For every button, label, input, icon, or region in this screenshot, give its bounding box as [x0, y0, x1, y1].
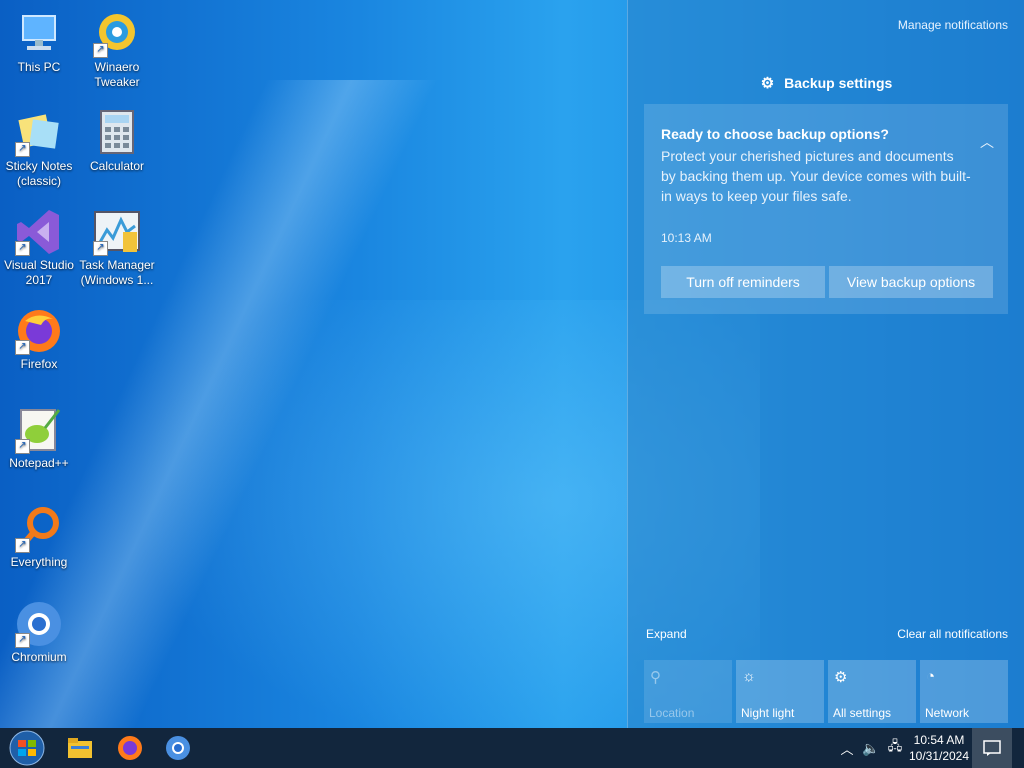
desktop-icon-label: Visual Studio 2017	[4, 258, 74, 287]
desktop-icon-label: Firefox	[20, 357, 58, 371]
chromium-icon	[166, 736, 190, 760]
gear-icon: ⚙	[834, 669, 848, 686]
taskbar-firefox[interactable]	[110, 728, 150, 768]
view-backup-options-button[interactable]: View backup options	[829, 266, 993, 298]
notification-title: Ready to choose backup options?	[661, 126, 889, 142]
visual-studio-icon: ↗	[15, 208, 63, 256]
start-button[interactable]	[4, 728, 50, 768]
chromium-icon: ↗	[15, 600, 63, 648]
show-hidden-icons-button[interactable]: ︿	[838, 728, 856, 768]
desktop-icon-label: Notepad++	[9, 456, 69, 470]
folder-icon	[68, 738, 92, 758]
gear-icon: ⚙	[760, 75, 775, 92]
task-manager-icon: ↗	[93, 208, 141, 256]
desktop-icon-chromium[interactable]: ↗ Chromium	[0, 600, 78, 665]
desktop-icon-visual-studio[interactable]: ↗ Visual Studio 2017	[0, 208, 78, 288]
network-icon: ◔	[926, 668, 936, 685]
shortcut-arrow-icon: ↗	[15, 340, 30, 355]
firefox-icon: ↗	[15, 307, 63, 355]
taskbar-file-explorer[interactable]	[60, 728, 100, 768]
notification-time: 10:13 AM	[661, 231, 712, 245]
this-pc-icon	[15, 10, 63, 58]
action-center-button[interactable]	[972, 728, 1012, 768]
tile-label: Night light	[741, 706, 795, 720]
taskbar-chromium[interactable]	[158, 728, 198, 768]
taskbar-clock[interactable]: 10:54 AM 10/31/2024	[906, 732, 972, 764]
taskbar: ︿ 🔈 🖧 10:54 AM 10/31/2024	[0, 728, 1024, 768]
shortcut-arrow-icon: ↗	[93, 241, 108, 256]
desktop-icon-label: This PC	[17, 60, 61, 74]
desktop-icon-calculator[interactable]: Calculator	[78, 109, 156, 174]
shortcut-arrow-icon: ↗	[15, 439, 30, 454]
quick-action-night-light[interactable]: ☼ Night light	[736, 660, 824, 723]
desktop-icon-label: Winaero Tweaker	[94, 60, 140, 89]
desktop-icon-task-manager[interactable]: ↗ Task Manager (Windows 1...	[78, 208, 156, 288]
windows-logo-icon	[9, 730, 45, 766]
volume-muted-icon[interactable]: 🔈	[860, 728, 882, 768]
expand-link[interactable]: Expand	[646, 627, 687, 641]
chevron-up-icon[interactable]: ︿	[980, 132, 994, 152]
calculator-icon	[93, 109, 141, 157]
desktop-icon-label: Sticky Notes (classic)	[5, 159, 73, 188]
tile-label: Location	[649, 706, 695, 720]
night-light-icon: ☼	[742, 668, 756, 685]
tile-label: Network	[925, 706, 970, 720]
shortcut-arrow-icon: ↗	[93, 43, 108, 58]
desktop-icon-label: Chromium	[11, 650, 67, 664]
clock-time: 10:54 AM	[913, 733, 965, 747]
everything-icon: ↗	[15, 505, 63, 553]
firefox-icon	[118, 736, 142, 760]
notification-group-title: ⚙ Backup settings	[628, 74, 1024, 92]
quick-action-network[interactable]: ◔ Network	[920, 660, 1008, 723]
desktop-icon-firefox[interactable]: ↗ Firefox	[0, 307, 78, 372]
shortcut-arrow-icon: ↗	[15, 538, 30, 553]
desktop-icon-everything[interactable]: ↗ Everything	[0, 505, 78, 570]
notification-body: Protect your cherished pictures and docu…	[661, 148, 971, 204]
desktop-icon-this-pc[interactable]: This PC	[0, 10, 78, 75]
desktop-icon-winaero[interactable]: ↗ Winaero Tweaker	[78, 10, 156, 90]
manage-notifications-link[interactable]: Manage notifications	[898, 18, 1008, 32]
desktop-icon-label: Task Manager (Windows 1...	[79, 258, 155, 287]
sticky-notes-icon: ↗	[15, 109, 63, 157]
clear-all-notifications-link[interactable]: Clear all notifications	[897, 627, 1008, 641]
winaero-tweaker-icon: ↗	[93, 10, 141, 58]
notification-icon	[983, 740, 1001, 756]
desktop-icon-notepadpp[interactable]: ↗ Notepad++	[0, 406, 78, 471]
desktop-icon-label: Everything	[10, 555, 68, 569]
notepadpp-icon: ↗	[15, 406, 63, 454]
action-center: Manage notifications ⚙ Backup settings Re…	[627, 0, 1024, 728]
shortcut-arrow-icon: ↗	[15, 633, 30, 648]
shortcut-arrow-icon: ↗	[15, 142, 30, 157]
clock-date: 10/31/2024	[908, 749, 970, 763]
turn-off-reminders-button[interactable]: Turn off reminders	[661, 266, 825, 298]
quick-action-location[interactable]: ⚲ Location	[644, 660, 732, 723]
location-icon: ⚲	[650, 669, 661, 686]
network-status-icon[interactable]: 🖧	[884, 728, 906, 768]
group-title-text: Backup settings	[784, 75, 893, 91]
notification-card[interactable]: Ready to choose backup options? ︿ Protec…	[644, 104, 1008, 314]
shortcut-arrow-icon: ↗	[15, 241, 30, 256]
tile-label: All settings	[833, 706, 892, 720]
desktop-icon-sticky-notes[interactable]: ↗ Sticky Notes (classic)	[0, 109, 78, 189]
chevron-up-icon: ︿	[840, 741, 854, 757]
quick-action-all-settings[interactable]: ⚙ All settings	[828, 660, 916, 723]
desktop-icon-label: Calculator	[89, 159, 145, 173]
